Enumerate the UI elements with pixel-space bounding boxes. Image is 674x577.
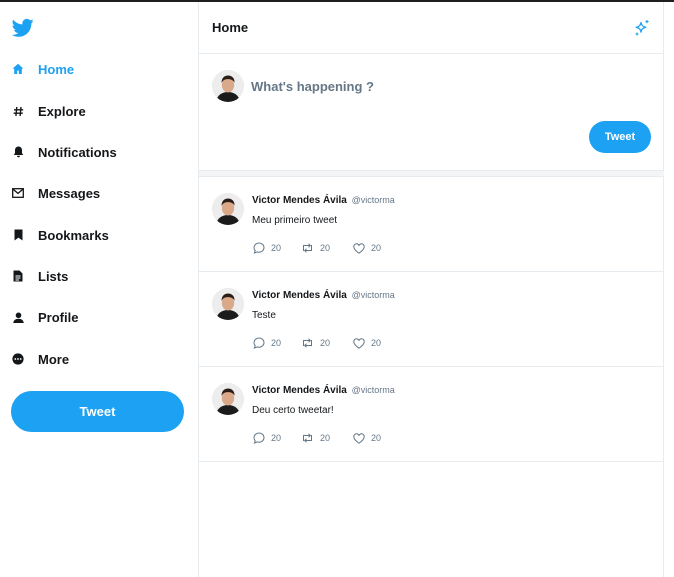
avatar[interactable] [212, 383, 244, 415]
reply-bubble-icon [252, 432, 265, 445]
sidebar-item-messages[interactable]: Messages [0, 176, 198, 210]
retweet-button[interactable]: 20 [301, 336, 330, 350]
more-dots-icon [11, 352, 25, 366]
tweet-item[interactable]: Victor Mendes Ávila @victorma Deu certo … [199, 367, 664, 462]
main-timeline: Home Tweet [198, 2, 664, 577]
author-name[interactable]: Victor Mendes Ávila [252, 290, 347, 301]
sidebar-item-lists[interactable]: Lists [0, 259, 198, 293]
bell-icon [11, 145, 25, 159]
tweet-item[interactable]: Victor Mendes Ávila @victorma Teste 20 2… [199, 272, 664, 367]
retweet-count: 20 [320, 338, 331, 348]
sidebar-item-bookmarks[interactable]: Bookmarks [0, 218, 198, 252]
avatar[interactable] [212, 70, 244, 102]
author-handle[interactable]: @victorma [352, 195, 395, 205]
sidebar-item-label: Lists [38, 268, 69, 284]
heart-icon [352, 337, 365, 350]
list-document-icon [11, 269, 25, 283]
reply-count: 20 [271, 243, 282, 253]
bookmark-icon [11, 228, 25, 242]
heart-icon [352, 432, 365, 445]
author-handle[interactable]: @victorma [352, 385, 395, 395]
avatar[interactable] [212, 288, 244, 320]
sidebar-tweet-button[interactable]: Tweet [11, 391, 184, 432]
sidebar-item-label: Home [38, 61, 75, 77]
tweet-item[interactable]: Victor Mendes Ávila @victorma Meu primei… [199, 177, 664, 272]
retweet-icon [301, 432, 314, 445]
sidebar-item-label: Profile [38, 309, 79, 325]
sidebar-item-label: Explore [38, 103, 86, 119]
tweet-text: Deu certo tweetar! [252, 405, 334, 416]
tweet-header: Victor Mendes Ávila @victorma [252, 290, 395, 301]
person-icon [11, 310, 25, 324]
reply-button[interactable]: 20 [252, 336, 281, 350]
tweet-composer: Tweet [199, 55, 664, 170]
tweet-actions: 20 20 20 [252, 241, 452, 255]
avatar[interactable] [212, 193, 244, 225]
author-name[interactable]: Victor Mendes Ávila [252, 385, 347, 396]
tweet-feed: Victor Mendes Ávila @victorma Meu primei… [199, 177, 664, 462]
retweet-count: 20 [320, 433, 331, 443]
sidebar-item-notifications[interactable]: Notifications [0, 135, 198, 169]
reply-bubble-icon [252, 242, 265, 255]
envelope-icon [11, 186, 25, 200]
retweet-button[interactable]: 20 [301, 431, 330, 445]
tweet-actions: 20 20 20 [252, 431, 452, 445]
like-button[interactable]: 20 [352, 241, 381, 255]
section-divider [199, 170, 664, 177]
sidebar-item-explore[interactable]: Explore [0, 94, 198, 128]
tweet-header: Victor Mendes Ávila @victorma [252, 195, 395, 206]
tweet-text: Teste [252, 310, 276, 321]
retweet-button[interactable]: 20 [301, 241, 330, 255]
compose-tweet-button[interactable]: Tweet [589, 121, 651, 153]
retweet-icon [301, 242, 314, 255]
tweet-header: Victor Mendes Ávila @victorma [252, 385, 395, 396]
sidebar-item-label: Messages [38, 185, 101, 201]
sidebar: Home Explore Notifications Messages Book… [0, 2, 198, 577]
tweet-actions: 20 20 20 [252, 336, 452, 350]
tweet-text: Meu primeiro tweet [252, 215, 338, 226]
retweet-icon [301, 337, 314, 350]
sidebar-item-label: Bookmarks [38, 227, 109, 243]
hashtag-icon [11, 104, 25, 118]
reply-button[interactable]: 20 [252, 241, 281, 255]
reply-count: 20 [271, 433, 282, 443]
sidebar-item-home[interactable]: Home [0, 52, 198, 86]
sidebar-item-profile[interactable]: Profile [0, 300, 198, 334]
page-title: Home [212, 20, 249, 35]
sidebar-item-label: Notifications [38, 144, 117, 160]
like-button[interactable]: 20 [352, 431, 381, 445]
compose-input[interactable] [251, 77, 631, 95]
like-count: 20 [371, 243, 382, 253]
retweet-count: 20 [320, 243, 331, 253]
reply-count: 20 [271, 338, 282, 348]
sidebar-item-more[interactable]: More [0, 342, 198, 376]
sidebar-item-label: More [38, 351, 70, 367]
like-count: 20 [371, 338, 382, 348]
timeline-header: Home [199, 2, 664, 54]
reply-button[interactable]: 20 [252, 431, 281, 445]
sparkle-icon[interactable] [633, 19, 651, 37]
heart-icon [352, 242, 365, 255]
reply-bubble-icon [252, 337, 265, 350]
home-icon [11, 62, 25, 76]
author-name[interactable]: Victor Mendes Ávila [252, 195, 347, 206]
like-button[interactable]: 20 [352, 336, 381, 350]
author-handle[interactable]: @victorma [352, 290, 395, 300]
like-count: 20 [371, 433, 382, 443]
twitter-bird-icon[interactable] [12, 18, 34, 38]
